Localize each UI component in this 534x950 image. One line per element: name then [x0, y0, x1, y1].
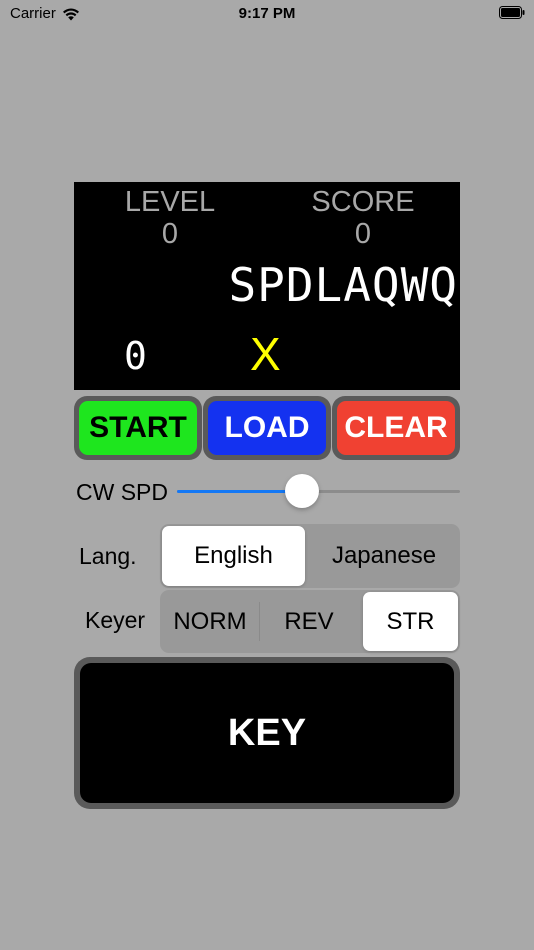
start-button[interactable]: START	[74, 396, 202, 460]
game-display: LEVEL 0 SCORE 0 SPDLAQWQ 0 X	[74, 182, 460, 390]
battery-icon	[499, 6, 525, 19]
keyer-option-rev[interactable]: REV	[260, 592, 358, 651]
mark-text: X	[250, 328, 281, 380]
speed-label: CW SPD	[76, 479, 168, 505]
language-option-japanese[interactable]: Japanese	[310, 526, 458, 586]
code-text: SPDLAQWQ	[228, 258, 458, 312]
score-label: SCORE	[311, 186, 415, 218]
clear-button[interactable]: CLEAR	[332, 396, 460, 460]
start-button-label: START	[79, 401, 197, 455]
keyer-label: Keyer	[85, 607, 146, 633]
speed-slider-fill	[177, 490, 302, 493]
keyer-option-norm[interactable]: NORM	[162, 592, 258, 651]
key-button[interactable]: KEY	[74, 657, 460, 809]
keyer-segmented-control: NORM REV STR	[160, 590, 460, 653]
keyer-option-str[interactable]: STR	[363, 592, 458, 651]
status-bar: Carrier 9:17 PM	[0, 0, 534, 30]
control-buttons: START LOAD CLEAR	[74, 396, 460, 460]
level-label: LEVEL	[124, 186, 216, 218]
speed-slider-thumb[interactable]	[284, 474, 319, 508]
level-value: 0	[161, 218, 179, 250]
clock-time: 9:17 PM	[238, 5, 296, 22]
score-value: 0	[354, 218, 372, 250]
language-segmented-control: English Japanese	[160, 524, 460, 588]
load-button-label: LOAD	[208, 401, 326, 455]
key-button-label: KEY	[80, 663, 454, 803]
language-label: Lang.	[79, 543, 137, 569]
speed-slider[interactable]	[177, 474, 460, 508]
clear-button-label: CLEAR	[337, 401, 455, 455]
count-text: 0	[124, 334, 147, 378]
language-option-english[interactable]: English	[162, 526, 305, 586]
load-button[interactable]: LOAD	[203, 396, 331, 460]
